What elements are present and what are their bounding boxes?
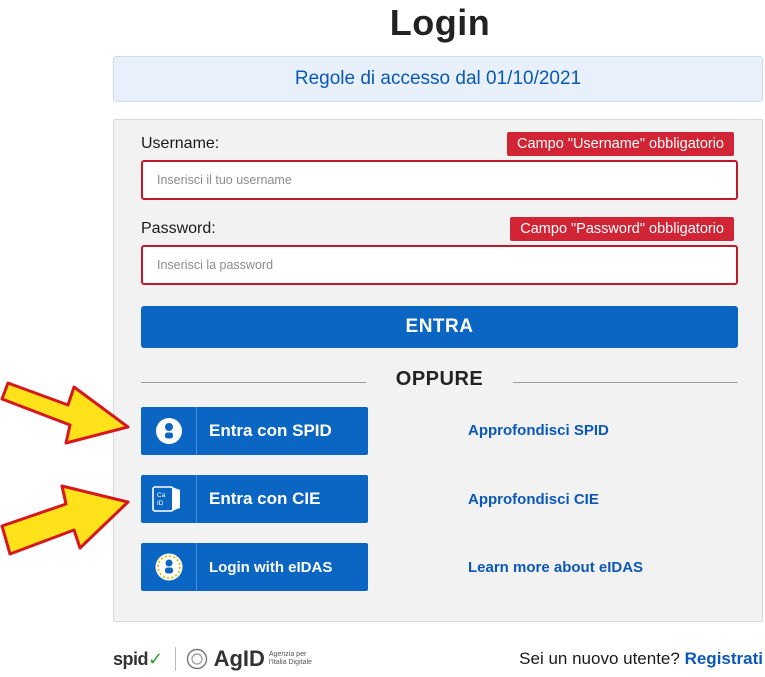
- arrow-annotation-cie-icon: [0, 484, 130, 556]
- user-circle-icon: [141, 407, 197, 455]
- password-input[interactable]: [141, 245, 738, 285]
- spid-login-button[interactable]: Entra con SPID: [141, 407, 368, 455]
- password-label: Password:: [141, 220, 216, 237]
- username-error-badge: Campo "Username" obbligatorio: [507, 132, 734, 156]
- agid-logo: AgID Agenzia per l'Italia Digitale: [186, 646, 319, 672]
- eidas-icon: [141, 543, 197, 591]
- learn-spid-link[interactable]: Approfondisci SPID: [468, 422, 609, 439]
- learn-cie-link[interactable]: Approfondisci CIE: [468, 491, 599, 508]
- access-rules-link[interactable]: Regole di accesso dal 01/10/2021: [295, 68, 581, 90]
- svg-text:Ca: Ca: [157, 492, 166, 499]
- username-label: Username:: [141, 135, 220, 152]
- cie-login-button[interactable]: Ca ID Entra con CIE: [141, 475, 368, 523]
- or-divider: OPPURE: [141, 368, 738, 394]
- cie-card-icon: Ca ID: [141, 475, 197, 523]
- register-link[interactable]: Registrati: [685, 649, 763, 668]
- register-row: Sei un nuovo utente? Registrati: [519, 649, 763, 669]
- footer-logos: spid✓ AgID Agenzia per l'Italia Digitale: [113, 646, 319, 672]
- agid-emblem-icon: [186, 648, 207, 670]
- register-prompt: Sei un nuovo utente?: [519, 649, 680, 668]
- eidas-login-button[interactable]: Login with eIDAS: [141, 543, 368, 591]
- page-title: Login: [389, 2, 491, 43]
- logo-separator: [174, 647, 176, 671]
- eidas-login-label: Login with eIDAS: [209, 558, 333, 576]
- username-input[interactable]: [141, 160, 738, 200]
- divider-line-right: [513, 382, 738, 383]
- submit-button[interactable]: ENTRA: [141, 306, 738, 348]
- agid-text: AgID: [213, 646, 265, 671]
- spid-login-label: Entra con SPID: [209, 421, 332, 440]
- password-error-badge: Campo "Password" obbligatorio: [510, 217, 734, 241]
- spid-logo: spid✓: [113, 648, 163, 669]
- arrow-annotation-spid-icon: [0, 381, 130, 445]
- svg-text:ID: ID: [157, 500, 164, 507]
- login-panel: Username: Campo "Username" obbligatorio …: [113, 119, 763, 622]
- divider-text: OPPURE: [395, 368, 484, 390]
- cie-login-label: Entra con CIE: [209, 489, 321, 508]
- learn-eidas-link[interactable]: Learn more about eIDAS: [468, 559, 643, 576]
- access-rules-notice[interactable]: Regole di accesso dal 01/10/2021: [113, 56, 763, 102]
- agid-subtitle: Agenzia per l'Italia Digitale: [268, 651, 312, 666]
